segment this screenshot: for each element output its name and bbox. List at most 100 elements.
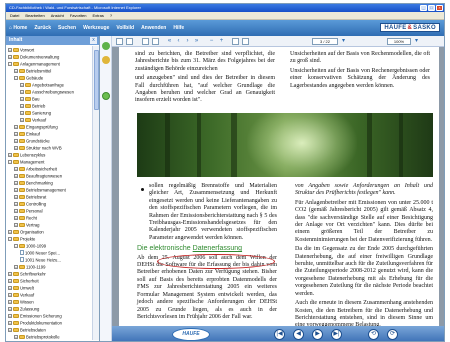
page-number-field[interactable]: 3 / 22 bbox=[312, 38, 338, 45]
expand-icon[interactable]: + bbox=[8, 54, 12, 59]
scrollbar-thumb[interactable] bbox=[94, 50, 99, 110]
zoom-out-icon[interactable]: − bbox=[208, 38, 215, 45]
menu-tools[interactable]: Extras bbox=[93, 12, 104, 19]
undo-button[interactable]: ⟲ bbox=[368, 329, 379, 340]
tree-node[interactable]: + Verkauf bbox=[6, 291, 92, 298]
tree-node[interactable]: + Produktdokumentation bbox=[6, 319, 92, 326]
tree-node[interactable]: + Benchmarking bbox=[6, 179, 92, 186]
close-button[interactable]: × bbox=[436, 5, 443, 11]
first-page-icon[interactable]: « bbox=[166, 38, 173, 45]
tree-node[interactable]: + Lebenszyklus bbox=[6, 151, 92, 158]
expand-icon[interactable]: + bbox=[8, 320, 12, 325]
tree-node[interactable]: - 1000-1099 bbox=[6, 242, 92, 249]
tree-node[interactable]: + Vorwort bbox=[6, 46, 92, 53]
expand-icon[interactable]: + bbox=[14, 215, 18, 220]
tree-node[interactable]: - Projekte bbox=[6, 235, 92, 242]
menu-edit[interactable]: Bearbeiten bbox=[25, 12, 44, 19]
hand-tool-icon[interactable] bbox=[142, 38, 149, 45]
expand-icon[interactable]: + bbox=[14, 173, 18, 178]
expand-icon[interactable]: + bbox=[20, 96, 24, 101]
expand-icon[interactable]: + bbox=[14, 180, 18, 185]
highlight-icon[interactable] bbox=[102, 92, 110, 100]
tree-node[interactable]: + Controlling bbox=[6, 200, 92, 207]
tree-node[interactable]: - Anlagenmanagement bbox=[6, 60, 92, 67]
panel-close-button[interactable]: x bbox=[90, 37, 97, 44]
tree-node[interactable]: + Verkauf bbox=[6, 116, 92, 123]
previous-page-icon[interactable]: ‹ bbox=[175, 38, 182, 45]
expand-icon[interactable]: + bbox=[14, 138, 18, 143]
tree-node[interactable]: - Management bbox=[6, 158, 92, 165]
previous-page-button[interactable]: ◀ bbox=[293, 329, 304, 340]
document-viewport[interactable]: sind zu berichten, die Betreiber sind ve… bbox=[112, 47, 444, 341]
tree-node[interactable]: + Betriebsdaten bbox=[6, 326, 92, 333]
tree-node[interactable]: + Beauftragtenwesen bbox=[6, 172, 92, 179]
tree-node[interactable]: 1001 Neue Heizu... bbox=[6, 256, 92, 263]
expand-icon[interactable]: + bbox=[20, 82, 24, 87]
tree-scrollbar[interactable] bbox=[92, 46, 99, 340]
tree-node[interactable]: + Grundstücke bbox=[6, 137, 92, 144]
expand-icon[interactable]: + bbox=[8, 306, 12, 311]
first-page-button[interactable]: |◀ bbox=[274, 329, 285, 340]
collapse-icon[interactable]: - bbox=[14, 243, 18, 248]
expand-icon[interactable]: + bbox=[14, 145, 18, 150]
heading-link[interactable]: Datenerfassung bbox=[193, 245, 242, 252]
tree-node[interactable]: + Zulassung bbox=[6, 305, 92, 312]
tree-node[interactable]: + Betriebsprotokolle bbox=[6, 333, 92, 340]
expand-icon[interactable]: + bbox=[8, 285, 12, 290]
expand-icon[interactable]: + bbox=[20, 110, 24, 115]
nav-fullscreen[interactable]: Vollbild bbox=[116, 25, 134, 31]
expand-icon[interactable]: + bbox=[14, 166, 18, 171]
nav-apply[interactable]: Anwenden bbox=[141, 25, 166, 31]
next-page-button[interactable]: ▶ bbox=[312, 329, 323, 340]
expand-icon[interactable]: + bbox=[14, 334, 18, 339]
tree-node[interactable]: + Ausschreibungswesen bbox=[6, 88, 92, 95]
expand-icon[interactable]: + bbox=[14, 68, 18, 73]
expand-icon[interactable]: + bbox=[14, 187, 18, 192]
expand-icon[interactable]: + bbox=[8, 152, 12, 157]
collapse-icon[interactable]: - bbox=[8, 61, 12, 66]
tree-node[interactable]: + Arbeitssicherheit bbox=[6, 165, 92, 172]
select-tool-icon[interactable] bbox=[152, 38, 159, 45]
tree-node[interactable]: 1000 Neuer Spei... bbox=[6, 249, 92, 256]
expand-icon[interactable]: + bbox=[20, 89, 24, 94]
tree-node[interactable]: + Angebotsanfrage bbox=[6, 81, 92, 88]
notes-icon[interactable] bbox=[102, 56, 110, 64]
expand-icon[interactable]: + bbox=[14, 264, 18, 269]
nav-search[interactable]: Suchen bbox=[58, 25, 76, 31]
print-icon[interactable] bbox=[116, 38, 123, 45]
tree-node[interactable]: + Betrieb bbox=[6, 102, 92, 109]
expand-icon[interactable]: + bbox=[8, 278, 12, 283]
expand-icon[interactable]: + bbox=[8, 292, 12, 297]
maximize-button[interactable]: □ bbox=[428, 5, 435, 11]
minimize-button[interactable]: _ bbox=[420, 5, 427, 11]
nav-help[interactable]: Hilfe bbox=[173, 25, 184, 31]
expand-icon[interactable]: + bbox=[14, 222, 18, 227]
tree-node[interactable]: + Wissen bbox=[6, 298, 92, 305]
zoom-dropdown-icon[interactable]: ▾ bbox=[413, 38, 420, 45]
expand-icon[interactable]: + bbox=[14, 131, 18, 136]
tree-node[interactable]: + Vertrag bbox=[6, 221, 92, 228]
redo-button[interactable]: ⟳ bbox=[387, 329, 398, 340]
fit-width-icon[interactable] bbox=[242, 38, 249, 45]
tree-node[interactable]: + Eingangsprüfung bbox=[6, 123, 92, 130]
zoom-in-icon[interactable]: + bbox=[218, 38, 225, 45]
expand-icon[interactable]: + bbox=[14, 201, 18, 206]
tree-node[interactable]: + Emissionen Sicherung bbox=[6, 312, 92, 319]
tree-node[interactable]: +1100-1199 bbox=[6, 263, 92, 270]
tree-node[interactable]: + Sanierung bbox=[6, 109, 92, 116]
expand-icon[interactable]: + bbox=[14, 194, 18, 199]
tree-node[interactable]: + Sicherheit bbox=[6, 277, 92, 284]
bookmark-icon[interactable] bbox=[102, 42, 110, 50]
expand-icon[interactable]: + bbox=[8, 47, 12, 52]
nav-back[interactable]: Zurück bbox=[34, 25, 51, 31]
expand-icon[interactable]: + bbox=[8, 271, 12, 276]
collapse-icon[interactable]: - bbox=[14, 75, 18, 80]
tree-node[interactable]: + Betriebsmittel bbox=[6, 67, 92, 74]
window-titlebar[interactable]: CD-Fachbibliothek / Wald- und Forstwirts… bbox=[6, 4, 444, 12]
expand-icon[interactable]: + bbox=[8, 327, 12, 332]
tree-node[interactable]: + Organisation bbox=[6, 228, 92, 235]
nav-tools[interactable]: Werkzeuge bbox=[83, 25, 109, 31]
expand-icon[interactable]: + bbox=[8, 313, 12, 318]
expand-icon[interactable]: + bbox=[8, 299, 12, 304]
collapse-icon[interactable]: - bbox=[8, 159, 12, 164]
